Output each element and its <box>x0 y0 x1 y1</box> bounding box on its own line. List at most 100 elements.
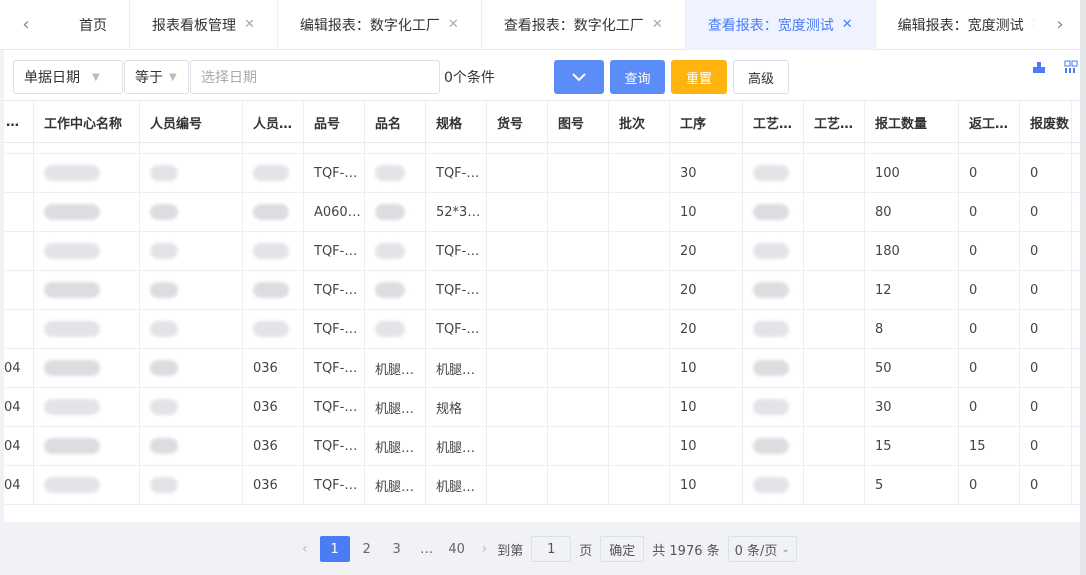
column-header[interactable]: 工序 <box>670 101 743 143</box>
page-number[interactable]: 2 <box>354 536 380 562</box>
table-cell: 20 <box>670 232 743 270</box>
cell-text: 0 <box>1030 399 1039 415</box>
redacted-value <box>150 321 178 337</box>
column-header[interactable]: 人员编号 <box>140 101 243 143</box>
close-icon[interactable]: ✕ <box>842 17 853 32</box>
cell-text: 04 <box>4 399 21 415</box>
table-row[interactable]: TQF-… TQF-… 30 100 0 0 <box>4 154 1086 193</box>
column-header[interactable]: 工艺… <box>804 101 865 143</box>
table-row[interactable]: 04 036 TQF-… 机腿… 机腿… 10 5 0 0 <box>4 466 1086 505</box>
cell-text: 机腿… <box>436 362 476 378</box>
tab-4[interactable]: 查看报表：宽度测试 ✕ <box>685 0 876 50</box>
prev-page-icon[interactable]: ‹ <box>302 541 308 557</box>
table-cell <box>743 466 804 504</box>
tab-0[interactable]: 首页 <box>52 0 130 50</box>
date-input[interactable]: 选择日期 <box>190 60 440 94</box>
operator-select[interactable]: 等于 ▼ <box>124 60 189 94</box>
tab-2[interactable]: 编辑报表：数字化工厂 ✕ <box>278 0 482 50</box>
tabs-prev-icon[interactable]: ‹ <box>0 0 52 50</box>
table-cell <box>487 466 548 504</box>
table-cell: TQF-… <box>304 388 365 426</box>
column-header[interactable]: 规格 <box>426 101 487 143</box>
layout-grid-icon[interactable] <box>1064 60 1078 74</box>
page-number[interactable]: 3 <box>384 536 410 562</box>
column-header[interactable]: … <box>4 101 34 143</box>
table-cell: 10 <box>670 388 743 426</box>
cell-text: 0 <box>1030 477 1039 493</box>
table-cell <box>487 154 548 192</box>
table-cell: 机腿… <box>426 427 487 465</box>
table-row[interactable]: 04 036 TQF-… 机腿… 机腿… 10 15 15 0 <box>4 427 1086 466</box>
column-header[interactable]: 品名 <box>365 101 426 143</box>
redacted-value <box>753 282 789 298</box>
table-cell <box>140 310 243 348</box>
column-header[interactable]: 图号 <box>548 101 609 143</box>
table-cell <box>4 232 34 270</box>
column-header[interactable]: 工艺… <box>743 101 804 143</box>
cell-text: 0 <box>1030 204 1039 220</box>
table-cell: TQF-… <box>304 232 365 270</box>
window-scrollbar[interactable] <box>1080 0 1086 575</box>
tab-1[interactable]: 报表看板管理 ✕ <box>130 0 278 50</box>
page-size-select[interactable]: 0 条/页 ⌄ <box>727 536 797 562</box>
redacted-value <box>150 399 178 415</box>
table-row[interactable]: A060… 52*3… 10 80 0 0 <box>4 193 1086 232</box>
table-cell <box>487 232 548 270</box>
tab-list: 首页 报表看板管理 ✕ 编辑报表：数字化工厂 ✕ 查看报表：数字化工厂 ✕ 查看报表：宽度测试… <box>52 0 1034 50</box>
table-cell <box>609 193 670 231</box>
table-cell <box>34 388 140 426</box>
table-row[interactable]: TQF-… TQF-… 20 8 0 0 <box>4 310 1086 349</box>
tab-3[interactable]: 查看报表：数字化工厂 ✕ <box>482 0 686 50</box>
table-cell: TQF-… <box>304 154 365 192</box>
goto-confirm-button[interactable]: 确定 <box>600 536 645 562</box>
expand-conditions-button[interactable] <box>554 60 604 94</box>
cell-text: 12 <box>875 282 892 298</box>
column-header[interactable]: 批次 <box>609 101 670 143</box>
table-row[interactable]: 04 036 TQF-… 机腿… 规格 10 30 0 0 <box>4 388 1086 427</box>
cell-text: 0 <box>969 360 978 376</box>
cell-text: 80 <box>875 204 892 220</box>
table-cell <box>140 388 243 426</box>
advanced-button[interactable]: 高级 <box>733 60 789 94</box>
redacted-value <box>44 399 100 415</box>
next-page-icon[interactable]: › <box>482 541 488 557</box>
table-cell: 0 <box>1020 388 1072 426</box>
table-cell: 52*3… <box>426 193 487 231</box>
tab-5[interactable]: 编辑报表：宽度测试✕ <box>876 0 1034 50</box>
chevron-down-icon: ▼ <box>92 71 100 83</box>
column-header[interactable]: 品号 <box>304 101 365 143</box>
goto-page-input[interactable]: 1 <box>531 536 572 562</box>
close-icon[interactable]: ✕ <box>652 17 663 32</box>
column-header[interactable]: 人员… <box>243 101 304 143</box>
table-cell: 8 <box>865 310 959 348</box>
tabs-next-icon[interactable]: › <box>1034 0 1086 50</box>
cell-text: 0 <box>969 204 978 220</box>
table-cell <box>609 388 670 426</box>
column-header[interactable]: 货号 <box>487 101 548 143</box>
table-cell <box>609 310 670 348</box>
table-cell <box>548 193 609 231</box>
close-icon[interactable]: ✕ <box>244 17 255 32</box>
table-cell: 04 <box>4 349 34 387</box>
table-row[interactable]: TQF-… TQF-… 20 12 0 0 <box>4 271 1086 310</box>
table-row[interactable]: TQF-… TQF-… 20 180 0 0 <box>4 232 1086 271</box>
export-icon[interactable] <box>1032 60 1046 74</box>
page-number[interactable]: 1 <box>319 536 350 562</box>
cell-text: TQF-… <box>436 282 480 298</box>
query-button[interactable]: 查询 <box>610 60 665 94</box>
column-header[interactable]: 报工数量 <box>865 101 959 143</box>
table-cell <box>548 310 609 348</box>
page-number[interactable]: 40 <box>444 536 470 562</box>
reset-button[interactable]: 重置 <box>671 60 727 94</box>
table-cell <box>34 232 140 270</box>
redacted-value <box>150 165 178 181</box>
cell-text: 0 <box>969 321 978 337</box>
table-row[interactable]: 04 036 TQF-… 机腿… 机腿… 10 50 0 0 <box>4 349 1086 388</box>
field-select[interactable]: 单据日期 ▼ <box>13 60 123 94</box>
close-icon[interactable]: ✕ <box>448 17 459 32</box>
column-header[interactable]: 报废数 <box>1020 101 1072 143</box>
column-header[interactable]: 返工… <box>959 101 1020 143</box>
table-cell <box>609 154 670 192</box>
column-header[interactable]: 工作中心名称 <box>34 101 140 143</box>
condition-count: 0个条件 <box>444 70 495 86</box>
